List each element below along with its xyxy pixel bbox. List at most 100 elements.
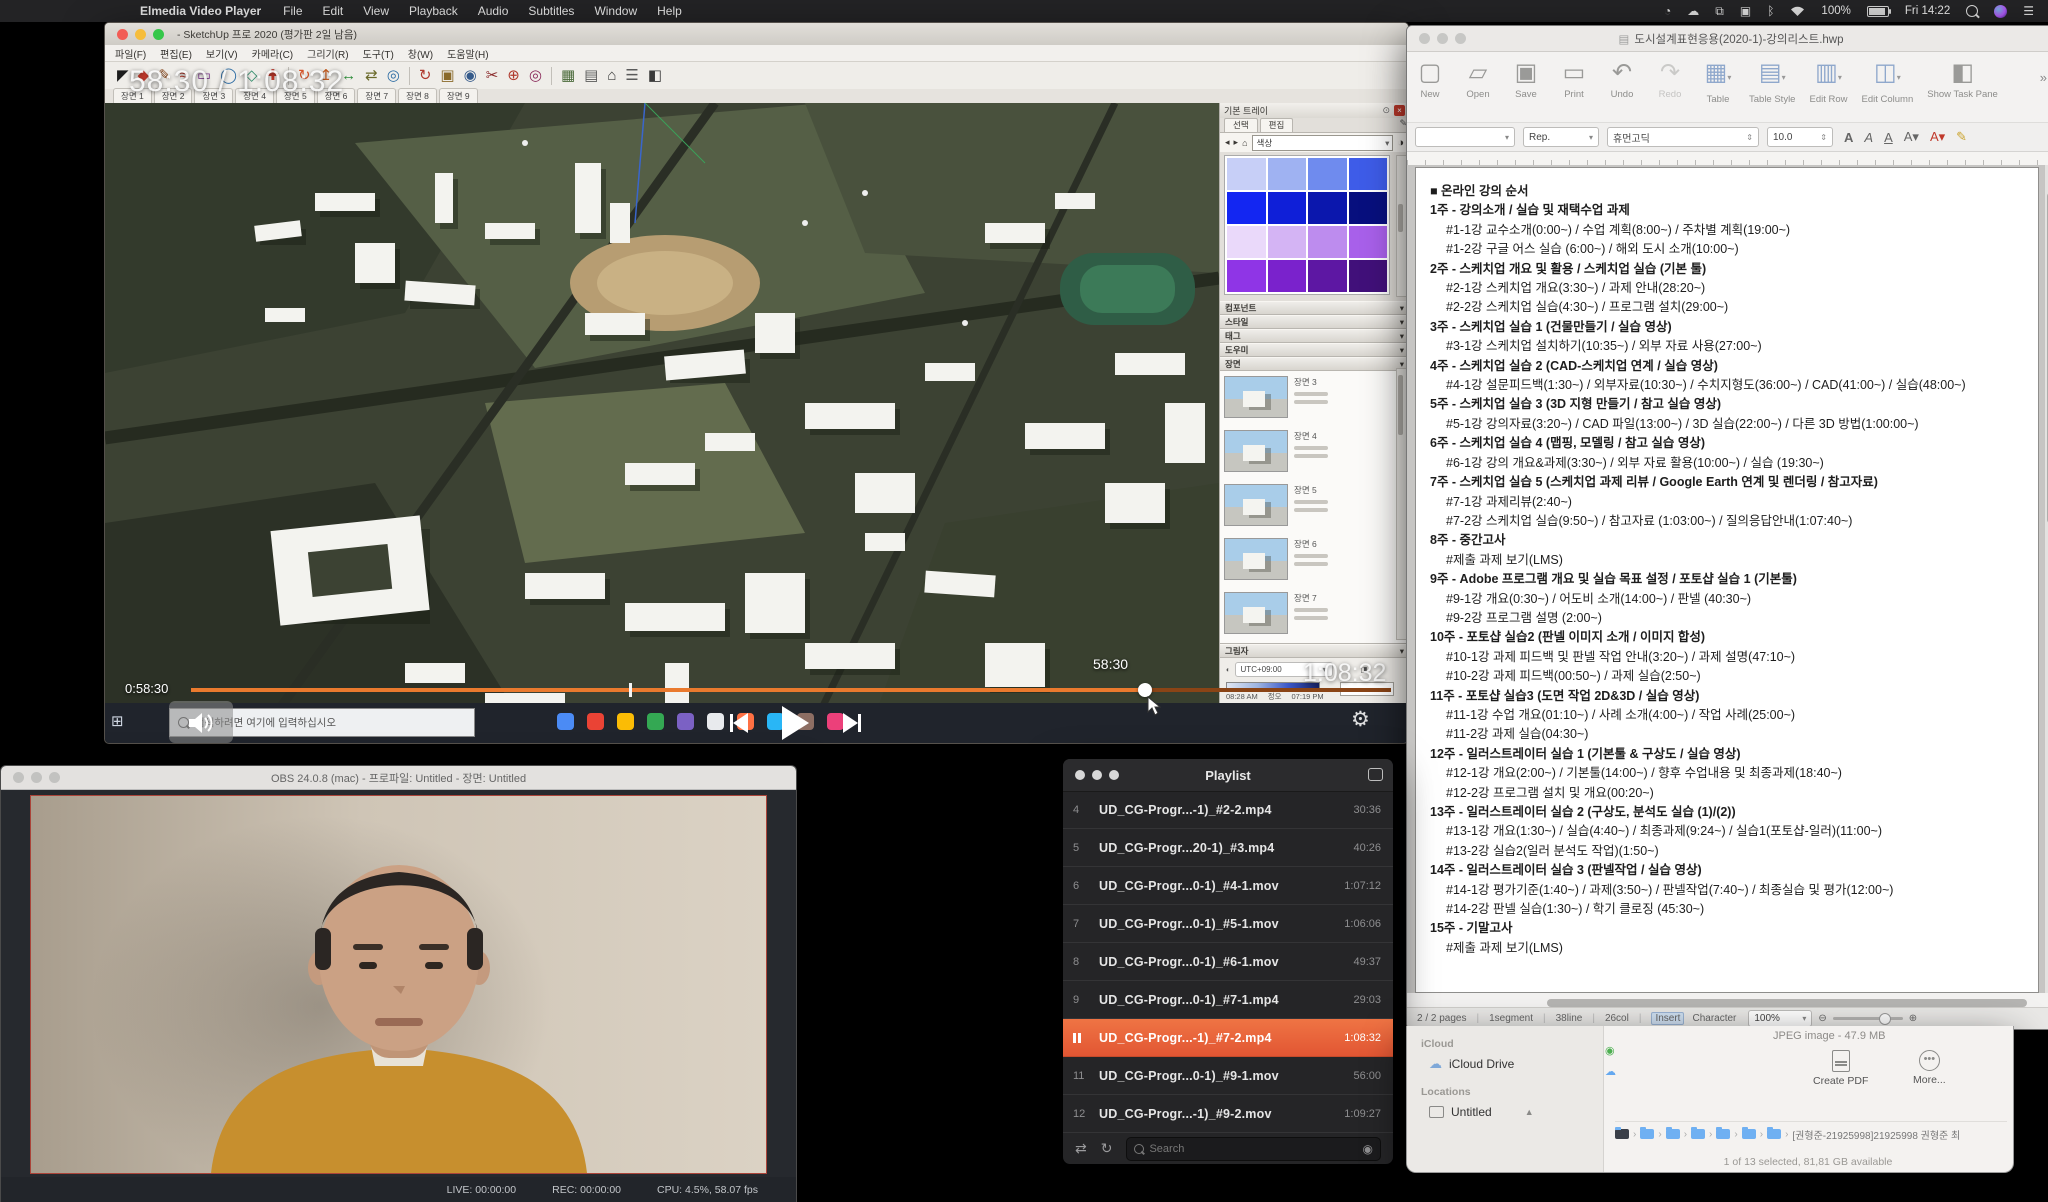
playlist-row[interactable]: UD_CG-Progr...-1)_#7-2.mp41:08:32 [1063, 1019, 1393, 1057]
scene-thumbnail[interactable] [1224, 484, 1288, 526]
playlist-search-box[interactable]: Search ◉ [1126, 1137, 1381, 1161]
bluetooth-icon[interactable]: ᛒ [1767, 0, 1774, 22]
folder-icon[interactable] [1742, 1129, 1756, 1139]
color-swatch[interactable] [1227, 260, 1266, 292]
shuffle-icon[interactable]: ⇄ [1075, 1140, 1087, 1157]
pip-icon[interactable] [1368, 768, 1383, 781]
font-color-button[interactable]: A▾ [1930, 129, 1945, 145]
menubar-item-edit[interactable]: Edit [323, 4, 344, 18]
pin-icon[interactable]: ⊙ [1382, 105, 1390, 116]
scene-thumbnail[interactable] [1224, 538, 1288, 580]
selected-file-name[interactable]: [권형준-21925998]21925998 권형준 최 [1792, 1127, 1960, 1142]
play-button[interactable] [782, 706, 809, 740]
char-style-button[interactable]: A▾ [1904, 129, 1919, 145]
next-button[interactable] [843, 713, 861, 733]
filter-chevron-icon[interactable]: ◉ [1363, 1142, 1373, 1156]
spotlight-icon[interactable] [1966, 5, 1978, 17]
zoom-out-icon[interactable]: ⊖ [1818, 1013, 1826, 1024]
windows-start-icon[interactable]: ⊞ [111, 712, 124, 730]
tab-edit[interactable]: 편집 [1260, 118, 1294, 132]
section-tags[interactable]: 태그▾ [1220, 329, 1409, 343]
menubar-app-name[interactable]: Elmedia Video Player [140, 4, 261, 18]
progress-bar[interactable]: 58:30 [191, 688, 1391, 692]
sketchup-menu-item[interactable]: 편집(E) [160, 46, 192, 61]
root-icon[interactable] [1615, 1129, 1629, 1139]
color-swatch[interactable] [1308, 158, 1347, 190]
input-source-icon[interactable]: ▣ [1740, 0, 1751, 22]
underline-button[interactable]: A [1884, 130, 1893, 145]
font-size-select[interactable]: 10.0⇕ [1767, 127, 1833, 147]
color-swatch[interactable] [1349, 192, 1388, 224]
playlist-row[interactable]: 7UD_CG-Progr...0-1)_#5-1.mov1:06:06 [1063, 905, 1393, 943]
sketchup-3d-viewport[interactable] [105, 103, 1219, 743]
playlist-row[interactable]: 8UD_CG-Progr...0-1)_#6-1.mov49:37 [1063, 943, 1393, 981]
status-insert[interactable]: Insert [1651, 1012, 1684, 1025]
shadow-icon[interactable]: ◧ [648, 68, 662, 83]
tray-close-icon[interactable]: × [1394, 105, 1405, 116]
section-scenes[interactable]: 장면▾ [1220, 357, 1409, 371]
color-swatch[interactable] [1308, 260, 1347, 292]
close-button[interactable] [13, 772, 24, 783]
menubar-item-subtitles[interactable]: Subtitles [528, 4, 574, 18]
minimize-button[interactable] [1092, 770, 1102, 780]
section-outliner[interactable]: 도우미▾ [1220, 343, 1409, 357]
menubar-item-file[interactable]: File [283, 4, 302, 18]
color-swatch[interactable] [1268, 260, 1307, 292]
sketchup-menu-item[interactable]: 창(W) [408, 46, 433, 61]
folder-icon[interactable] [1716, 1129, 1730, 1139]
menubar-item-help[interactable]: Help [657, 4, 682, 18]
progress-knob[interactable] [1138, 683, 1152, 697]
sketchup-menu-item[interactable]: 보기(V) [206, 46, 238, 61]
create-pdf-button[interactable]: Create PDF [1813, 1050, 1868, 1087]
repeat-icon[interactable]: ↻ [1101, 1140, 1113, 1157]
zoom-button[interactable] [1455, 33, 1466, 44]
select-tool-icon[interactable]: ◤ [117, 68, 129, 83]
hwp-tool-redo[interactable]: ↷Redo [1653, 60, 1687, 100]
hwp-tool-new[interactable]: ▢New [1413, 60, 1447, 100]
hwp-titlebar[interactable]: ▤ 도시설계표현응용(2020-1)-강의리스트.hwp [1407, 26, 2048, 52]
zoom-button[interactable] [1109, 770, 1119, 780]
window-controls[interactable] [1075, 770, 1119, 780]
taskbar-app-icon[interactable] [557, 713, 574, 730]
cut-tool-icon[interactable]: ✂ [486, 68, 499, 83]
horizontal-scrollbar[interactable] [1547, 999, 2027, 1007]
sample-paint-icon[interactable]: ◑ [1397, 137, 1404, 149]
taskbar-app-icon[interactable] [617, 713, 634, 730]
sidebar-item-untitled[interactable]: Untitled ▲ [1429, 1102, 1603, 1122]
hwp-tool-undo[interactable]: ↶Undo [1605, 60, 1639, 100]
section-styles[interactable]: 스타일▾ [1220, 315, 1409, 329]
vertical-scrollbar[interactable] [2044, 165, 2048, 993]
window-controls[interactable] [1419, 33, 1466, 44]
zoom-button[interactable] [153, 29, 164, 40]
window-controls[interactable] [13, 772, 60, 783]
pan-tool-icon[interactable]: ▣ [440, 68, 454, 83]
siri-icon[interactable] [1994, 5, 2007, 18]
minimize-button[interactable] [31, 772, 42, 783]
shadow-toggle-icon[interactable]: ◐ [1226, 665, 1231, 674]
close-button[interactable] [117, 29, 128, 40]
zoom-in-icon[interactable]: ⊕ [1909, 1013, 1917, 1024]
zoom-button[interactable] [49, 772, 60, 783]
scene-thumbnail[interactable] [1224, 592, 1288, 634]
bold-button[interactable]: A [1844, 130, 1853, 145]
folder-icon[interactable] [1666, 1129, 1680, 1139]
zoom-tool-icon[interactable]: ◉ [464, 68, 477, 83]
scene-tab[interactable]: 장면 9 [439, 88, 478, 103]
playlist-row[interactable]: 5UD_CG-Progr...20-1)_#3.mp440:26 [1063, 829, 1393, 867]
hwp-tool-table[interactable]: ▦▾Table [1701, 60, 1735, 105]
color-swatch[interactable] [1349, 260, 1388, 292]
scene-tab[interactable]: 장면 8 [398, 88, 437, 103]
color-swatch[interactable] [1308, 226, 1347, 258]
italic-button[interactable]: A [1864, 130, 1873, 145]
playlist-row[interactable]: 4UD_CG-Progr...-1)_#2-2.mp430:36 [1063, 791, 1393, 829]
sidebar-item-icloud-drive[interactable]: ☁ iCloud Drive [1429, 1054, 1603, 1074]
color-swatch[interactable] [1268, 192, 1307, 224]
hwp-tool-save[interactable]: ▣Save [1509, 60, 1543, 100]
close-button[interactable] [1075, 770, 1085, 780]
section-shadows[interactable]: 그림자▾ [1220, 644, 1409, 658]
tape-tool-icon[interactable]: ⇄ [365, 68, 378, 83]
close-button[interactable] [1419, 33, 1430, 44]
window-controls[interactable] [117, 29, 164, 40]
home-icon[interactable]: ⌂ [1242, 138, 1247, 148]
hwp-tool-open[interactable]: ▱Open [1461, 60, 1495, 100]
